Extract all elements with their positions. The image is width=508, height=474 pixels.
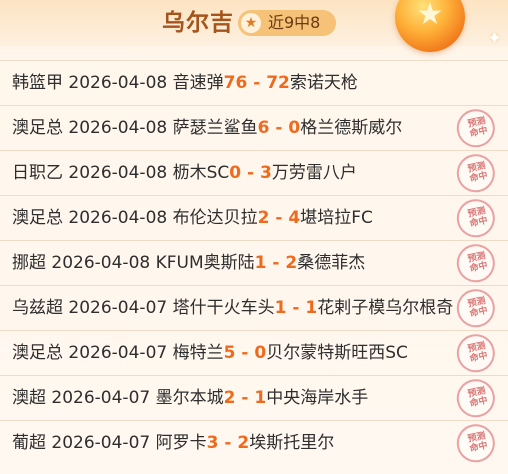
home-team: KFUM奥斯陆: [155, 253, 255, 273]
prediction-hit-stamp: 预测 命中: [450, 282, 505, 337]
match-league: 澳足总: [12, 208, 63, 228]
match-league: 澳足总: [12, 118, 63, 138]
trophy-star-icon: ★: [395, 0, 465, 52]
header: 乌尔吉 ★ 近9中8 ★ ✦: [0, 0, 508, 52]
prediction-hit-stamp: 预测 命中: [450, 147, 505, 202]
away-score: 0: [288, 118, 301, 138]
match-row[interactable]: 澳足总 2026-04-08 布伦达贝拉2 - 4堪培拉FC 预测 命中: [0, 195, 508, 241]
match-text: 澳足总 2026-04-08 布伦达贝拉2 - 4堪培拉FC: [12, 196, 373, 241]
match-row[interactable]: 葡超 2026-04-07 阿罗卡3 - 2埃斯托里尔 预测 命中: [0, 420, 508, 466]
match-row[interactable]: 韩篮甲 2026-04-08 音速弹76 - 72索诺天枪: [0, 60, 508, 105]
match-league: 韩篮甲: [12, 73, 63, 93]
home-team: 布伦达贝拉: [172, 208, 258, 228]
match-date: 2026-04-07: [68, 343, 168, 363]
away-score: 4: [288, 208, 301, 228]
match-date: 2026-04-07: [68, 298, 168, 318]
away-score: 1: [305, 298, 318, 318]
prediction-hit-stamp: 预测 命中: [450, 237, 505, 292]
match-text: 韩篮甲 2026-04-08 音速弹76 - 72索诺天枪: [12, 61, 358, 106]
match-date: 2026-04-08: [68, 163, 168, 183]
away-team: 桑德菲杰: [297, 253, 366, 273]
home-team: 萨瑟兰鲨鱼: [172, 118, 258, 138]
match-league: 澳超: [12, 388, 46, 408]
match-date: 2026-04-08: [68, 208, 168, 228]
score-separator: -: [235, 388, 255, 408]
score-separator: -: [247, 73, 267, 93]
match-league: 葡超: [12, 433, 46, 453]
home-score: 2: [257, 208, 270, 228]
score-separator: -: [286, 298, 306, 318]
match-text: 挪超 2026-04-08 KFUM奥斯陆1 - 2桑德菲杰: [12, 241, 365, 286]
match-date: 2026-04-08: [68, 118, 168, 138]
away-team: 索诺天枪: [289, 73, 358, 93]
away-score: 3: [260, 163, 272, 183]
star-icon: ★: [241, 13, 261, 33]
match-text: 澳足总 2026-04-07 梅特兰5 - 0贝尔蒙特斯旺西SC: [12, 331, 408, 376]
away-score: 72: [266, 73, 290, 93]
match-league: 乌兹超: [12, 298, 63, 318]
match-row[interactable]: 挪超 2026-04-08 KFUM奥斯陆1 - 2桑德菲杰 预测 命中: [0, 240, 508, 286]
home-score: 3: [206, 433, 219, 453]
prediction-hit-stamp: 预测 命中: [450, 327, 505, 382]
away-team: 格兰德斯威尔: [300, 118, 403, 138]
score-separator: -: [218, 433, 238, 453]
prediction-hit-stamp: 预测 命中: [450, 192, 505, 247]
prediction-hit-stamp: 预测 命中: [450, 102, 505, 157]
match-date: 2026-04-07: [51, 433, 151, 453]
away-score: 0: [254, 343, 267, 363]
home-team: 塔什干火车头: [172, 298, 275, 318]
match-text: 乌兹超 2026-04-07 塔什干火车头1 - 1花剌子模乌尔根奇: [12, 286, 453, 331]
home-score: 1: [254, 253, 267, 273]
match-row[interactable]: 澳足总 2026-04-07 梅特兰5 - 0贝尔蒙特斯旺西SC 预测 命中: [0, 330, 508, 376]
away-team: 埃斯托里尔: [249, 433, 335, 453]
away-score: 2: [285, 253, 298, 273]
sparkle-icon: ✦: [487, 28, 503, 49]
home-score: 2: [223, 388, 236, 408]
away-score: 2: [237, 433, 250, 453]
match-text: 澳足总 2026-04-08 萨瑟兰鲨鱼6 - 0格兰德斯威尔: [12, 106, 402, 151]
record-badge-text: 近9中8: [268, 13, 321, 32]
match-text: 日职乙 2026-04-08 枥木SC0 - 3万劳雷八户: [12, 151, 357, 196]
home-team: 梅特兰: [172, 343, 224, 363]
prediction-hit-stamp: 预测 命中: [450, 372, 505, 427]
home-score: 5: [223, 343, 236, 363]
score-separator: -: [235, 343, 255, 363]
home-score: 76: [223, 73, 248, 93]
match-row[interactable]: 澳足总 2026-04-08 萨瑟兰鲨鱼6 - 0格兰德斯威尔 预测 命中: [0, 105, 508, 151]
match-date: 2026-04-07: [51, 388, 151, 408]
score-separator: -: [266, 253, 286, 273]
home-team: 阿罗卡: [155, 433, 207, 453]
match-text: 葡超 2026-04-07 阿罗卡3 - 2埃斯托里尔: [12, 421, 334, 466]
match-league: 澳足总: [12, 343, 63, 363]
match-text: 澳超 2026-04-07 墨尔本城2 - 1中央海岸水手: [12, 376, 368, 421]
away-score: 1: [254, 388, 267, 408]
away-team: 花剌子模乌尔根奇: [317, 298, 454, 318]
away-team: 万劳雷八户: [271, 163, 357, 183]
match-row[interactable]: 日职乙 2026-04-08 枥木SC0 - 3万劳雷八户 预测 命中: [0, 150, 508, 196]
match-date: 2026-04-08: [68, 73, 168, 93]
match-league: 日职乙: [12, 163, 63, 183]
score-separator: -: [269, 118, 289, 138]
prediction-hit-stamp: 预测 命中: [450, 417, 505, 472]
away-team: 贝尔蒙特斯旺西SC: [266, 343, 408, 363]
home-team: 音速弹: [172, 73, 224, 93]
home-score: 6: [257, 118, 270, 138]
score-separator: -: [241, 163, 261, 183]
away-team: 中央海岸水手: [266, 388, 369, 408]
match-row[interactable]: 乌兹超 2026-04-07 塔什干火车头1 - 1花剌子模乌尔根奇 预测 命中: [0, 285, 508, 331]
home-team: 墨尔本城: [155, 388, 224, 408]
score-separator: -: [269, 208, 289, 228]
home-team: 枥木SC: [172, 163, 230, 183]
team-title: 乌尔吉: [162, 10, 234, 36]
record-badge[interactable]: ★ 近9中8: [238, 10, 336, 36]
match-row[interactable]: 澳超 2026-04-07 墨尔本城2 - 1中央海岸水手 预测 命中: [0, 375, 508, 421]
away-team: 堪培拉FC: [300, 208, 373, 228]
home-score: 0: [229, 163, 242, 183]
home-score: 1: [274, 298, 287, 318]
match-league: 挪超: [12, 253, 46, 273]
match-date: 2026-04-08: [51, 253, 151, 273]
